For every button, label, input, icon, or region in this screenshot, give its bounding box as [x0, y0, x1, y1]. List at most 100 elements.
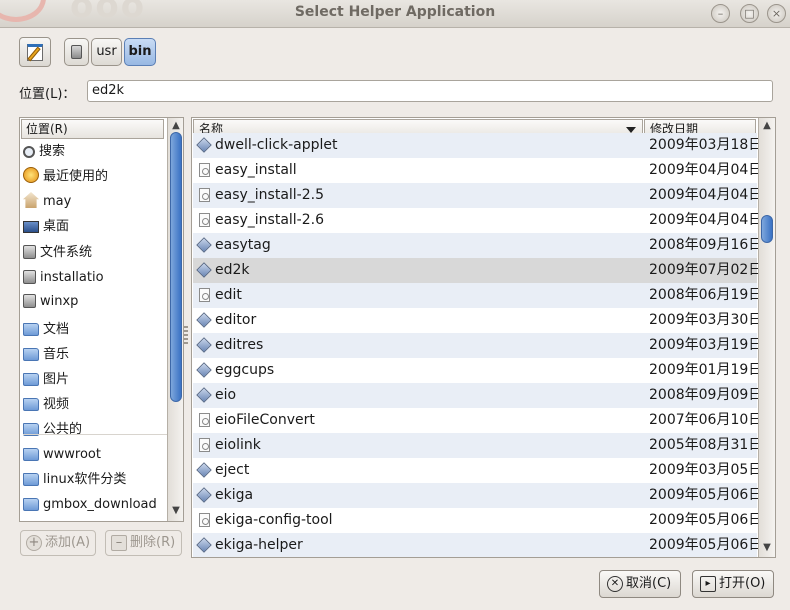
- file-date: 2009年04月04日: [649, 212, 763, 228]
- place-item[interactable]: 公共的: [23, 419, 168, 441]
- file-date: 2008年09月16日: [649, 237, 763, 253]
- places-scrollbar[interactable]: ▲ ▼: [167, 118, 183, 521]
- place-item-label: winxp: [40, 294, 79, 309]
- file-date: 2009年07月02日: [649, 262, 763, 278]
- file-name: ekiga-config-tool: [215, 512, 333, 528]
- place-item[interactable]: 图片: [23, 369, 168, 391]
- executable-file-icon: [196, 387, 212, 403]
- maximize-button[interactable]: □: [740, 4, 759, 23]
- folder-icon: [23, 473, 39, 486]
- place-item[interactable]: installatio: [23, 267, 168, 289]
- executable-file-icon: [196, 137, 212, 153]
- folder-icon: [23, 348, 39, 361]
- file-date: 2008年09月09日: [649, 387, 763, 403]
- location-input[interactable]: ed2k: [87, 80, 773, 102]
- disk-icon: [23, 270, 36, 284]
- script-file-icon: [199, 163, 210, 177]
- file-date: 2009年03月19日: [649, 337, 763, 353]
- file-row[interactable]: eject 2009年03月05日: [193, 458, 762, 483]
- file-row-selected[interactable]: ed2k 2009年07月02日: [193, 258, 762, 283]
- executable-file-icon: [196, 262, 212, 278]
- place-item-label: wwwroot: [43, 447, 101, 462]
- place-item-label: 文档: [43, 322, 70, 337]
- add-place-label: 添加(A): [45, 535, 91, 550]
- scroll-up-arrow-icon[interactable]: ▲: [169, 119, 183, 133]
- file-row[interactable]: ekiga-helper 2009年05月06日: [193, 533, 762, 557]
- scroll-down-arrow-icon[interactable]: ▼: [169, 504, 183, 518]
- file-row[interactable]: eggcups 2009年01月19日: [193, 358, 762, 383]
- places-scroll-thumb[interactable]: [170, 132, 182, 402]
- file-date: 2009年05月06日: [649, 537, 763, 553]
- place-item[interactable]: 文件系统: [23, 242, 168, 264]
- disk-icon: [23, 245, 36, 259]
- file-row[interactable]: editor 2009年03月30日: [193, 308, 762, 333]
- place-item[interactable]: gmbox_download: [23, 494, 168, 516]
- executable-file-icon: [196, 237, 212, 253]
- file-date: 2008年06月19日: [649, 287, 763, 303]
- open-button[interactable]: ▸ 打开(O): [692, 570, 774, 598]
- file-row[interactable]: easy_install 2009年04月04日: [193, 158, 762, 183]
- file-row[interactable]: editres 2009年03月19日: [193, 333, 762, 358]
- location-label: 位置(L)：: [19, 87, 76, 102]
- place-item[interactable]: 搜索: [23, 141, 168, 163]
- place-item-label: 图片: [43, 372, 70, 387]
- remove-place-button[interactable]: – 删除(R): [105, 530, 182, 556]
- file-name: ekiga-helper: [215, 537, 303, 553]
- file-row[interactable]: eiolink 2005年08月31日: [193, 433, 762, 458]
- scroll-down-arrow-icon[interactable]: ▼: [760, 541, 774, 555]
- file-name: easy_install-2.6: [215, 212, 324, 228]
- place-item-label: 视频: [43, 397, 70, 412]
- place-item[interactable]: 文档: [23, 319, 168, 341]
- file-row[interactable]: easytag 2008年09月16日: [193, 233, 762, 258]
- close-button[interactable]: ×: [767, 4, 786, 23]
- cancel-button[interactable]: ✕ 取消(C): [599, 570, 681, 598]
- place-item-label: installatio: [40, 270, 104, 285]
- places-pane: 位置(R) 搜索最近使用的 may 桌面文件系统 installatio winxp 文档…: [19, 117, 184, 522]
- cancel-icon: ✕: [607, 576, 623, 592]
- file-row[interactable]: easy_install-2.5 2009年04月04日: [193, 183, 762, 208]
- place-item-label: linux软件分类: [43, 472, 127, 487]
- place-item[interactable]: linux软件分类: [23, 469, 168, 491]
- places-separator: [23, 434, 168, 435]
- place-item[interactable]: 桌面: [23, 216, 168, 238]
- file-row[interactable]: eioFileConvert 2007年06月10日: [193, 408, 762, 433]
- places-header[interactable]: 位置(R): [21, 119, 164, 139]
- executable-file-icon: [196, 462, 212, 478]
- place-item[interactable]: 音乐: [23, 344, 168, 366]
- type-location-toggle-button[interactable]: [19, 37, 51, 67]
- files-scrollbar[interactable]: ▲ ▼: [758, 118, 775, 557]
- place-item[interactable]: 最近使用的: [23, 166, 168, 188]
- file-date: 2009年03月05日: [649, 462, 763, 478]
- place-item[interactable]: winxp: [23, 291, 168, 313]
- file-row[interactable]: ekiga-config-tool 2009年05月06日: [193, 508, 762, 533]
- minimize-button[interactable]: –: [711, 4, 730, 23]
- scroll-up-arrow-icon[interactable]: ▲: [760, 119, 774, 133]
- pane-resize-handle[interactable]: [184, 326, 188, 346]
- file-row[interactable]: edit 2008年06月19日: [193, 283, 762, 308]
- place-item[interactable]: may: [23, 191, 168, 213]
- file-date: 2009年04月04日: [649, 162, 763, 178]
- files-scroll-thumb[interactable]: [761, 215, 773, 243]
- remove-place-label: 删除(R): [130, 535, 176, 550]
- file-name: dwell-click-applet: [215, 137, 338, 153]
- path-root-button[interactable]: [64, 38, 89, 66]
- executable-file-icon: [196, 337, 212, 353]
- file-name: easytag: [215, 237, 271, 253]
- file-row[interactable]: dwell-click-applet 2009年03月18日: [193, 133, 762, 158]
- file-row[interactable]: easy_install-2.6 2009年04月04日: [193, 208, 762, 233]
- place-item-label: may: [43, 194, 72, 209]
- place-item[interactable]: 视频: [23, 394, 168, 416]
- file-row[interactable]: ekiga 2009年05月06日: [193, 483, 762, 508]
- open-label: 打开(O): [719, 576, 766, 591]
- path-bin-button[interactable]: bin: [124, 38, 156, 66]
- executable-file-icon: [196, 362, 212, 378]
- folder-icon: [23, 498, 39, 511]
- file-name: edit: [215, 287, 242, 303]
- file-name: ed2k: [215, 262, 250, 278]
- path-usr-button[interactable]: usr: [91, 38, 122, 66]
- place-item-label: 音乐: [43, 347, 70, 362]
- place-item[interactable]: wwwroot: [23, 444, 168, 466]
- file-row[interactable]: eio 2008年09月09日: [193, 383, 762, 408]
- script-file-icon: [199, 213, 210, 227]
- add-place-button[interactable]: + 添加(A): [20, 530, 96, 556]
